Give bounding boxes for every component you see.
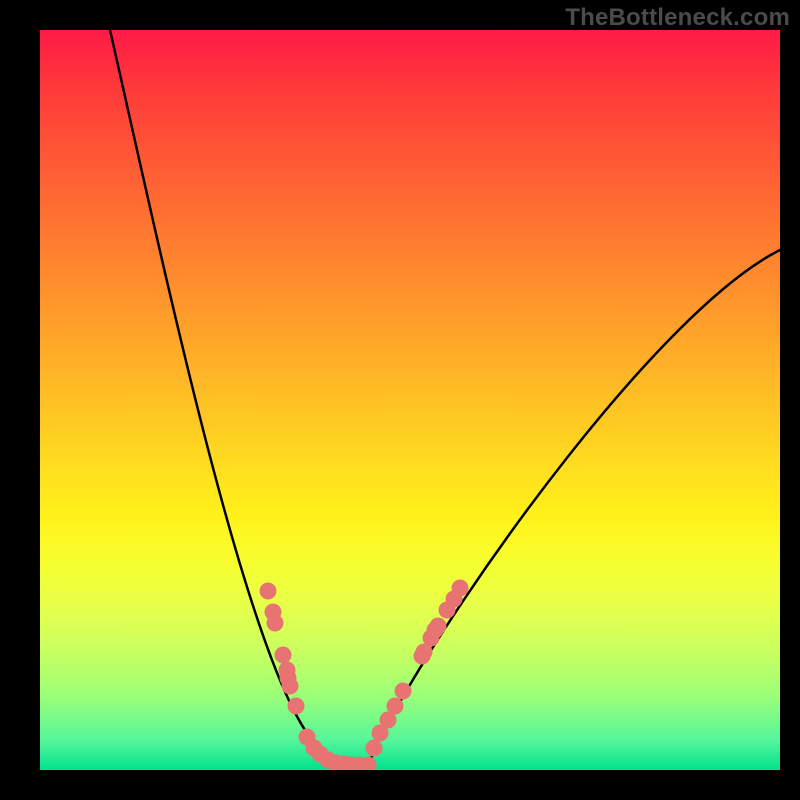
curve-marker xyxy=(282,678,299,695)
curve-marker xyxy=(430,618,447,635)
curve-marker xyxy=(267,615,284,632)
curve-marker xyxy=(366,740,383,757)
chart-svg xyxy=(40,30,780,770)
curve-marker xyxy=(387,698,404,715)
plot-area xyxy=(40,30,780,770)
curve-marker xyxy=(260,583,277,600)
curve-markers xyxy=(260,580,469,771)
v-curve xyxy=(110,30,780,765)
curve-marker xyxy=(275,647,292,664)
watermark-text: TheBottleneck.com xyxy=(565,4,790,32)
chart-frame: TheBottleneck.com xyxy=(0,0,800,800)
curve-marker xyxy=(288,698,305,715)
curve-marker xyxy=(452,580,469,597)
curve-marker xyxy=(395,683,412,700)
